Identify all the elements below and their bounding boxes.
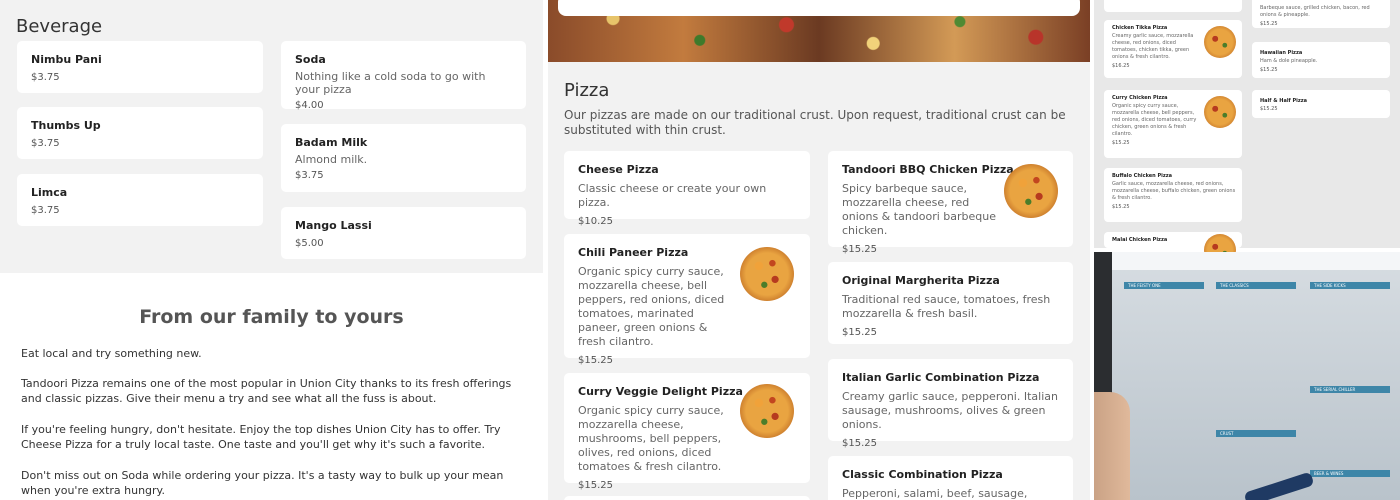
- pizza-section-description: Our pizzas are made on our traditional c…: [564, 108, 1066, 137]
- mini-menu-card[interactable]: Hawaiian Pizza Ham & dole pineapple. $15…: [1252, 42, 1390, 78]
- mini-item-name: Half & Half Pizza: [1260, 98, 1308, 104]
- item-name: Original Margherita Pizza: [842, 274, 1000, 287]
- menu-item-card[interactable]: Limca $3.75: [17, 174, 263, 226]
- mini-item-description: Barbeque sauce, grilled chicken, bacon, …: [1260, 5, 1370, 18]
- mini-item-price: $15.25: [1112, 140, 1130, 146]
- item-name: Mango Lassi: [295, 219, 372, 232]
- item-description: Nothing like a cold soda to go with your…: [295, 70, 486, 96]
- menu-item-card[interactable]: Italian Garlic Combination Pizza Creamy …: [828, 359, 1073, 449]
- pizza-section-title: Pizza: [564, 80, 610, 101]
- item-price: $3.75: [31, 72, 60, 83]
- mini-item-description: Organic spicy curry sauce, mozzarella ch…: [1112, 103, 1197, 137]
- beverage-title: Beverage: [16, 16, 103, 37]
- printed-menu-section: THE SIDE KICKS: [1310, 282, 1390, 289]
- item-price: $5.00: [295, 238, 324, 249]
- item-price: $15.25: [842, 327, 877, 338]
- mini-item-description: Ham & dole pineapple.: [1260, 58, 1318, 64]
- item-price: $3.75: [31, 205, 60, 216]
- mini-menu-preview: Barbeque sauce, grilled chicken, bacon, …: [1094, 0, 1400, 266]
- pizza-thumbnail: [1204, 26, 1236, 58]
- menu-item-card[interactable]: Cheese Pizza Classic cheese or create yo…: [564, 151, 810, 227]
- banner-overlay-box: [558, 0, 1080, 16]
- menu-item-card[interactable]: Mango Lassi $5.00: [281, 207, 526, 259]
- mini-item-name: Hawaiian Pizza: [1260, 50, 1303, 56]
- mini-item-price: $15.25: [1112, 204, 1130, 210]
- mini-menu-card[interactable]: Chicken Tikka Pizza Creamy garlic sauce,…: [1104, 20, 1242, 78]
- left-column: Beverage Nimbu Pani $3.75 Soda Nothing l…: [0, 0, 543, 500]
- menu-item-card[interactable]: Original Margherita Pizza Traditional re…: [828, 262, 1073, 344]
- menu-item-card[interactable]: Curry Veggie Delight Pizza Organic spicy…: [564, 373, 810, 491]
- mini-item-description: Creamy garlic sauce, mozzarella cheese, …: [1112, 33, 1194, 60]
- item-name: Thumbs Up: [31, 119, 101, 132]
- menu-item-card[interactable]: [564, 496, 810, 500]
- item-price: $15.25: [578, 480, 613, 491]
- mini-item-price: $16.25: [1112, 63, 1130, 69]
- menu-item-card[interactable]: Thumbs Up $3.75: [17, 107, 263, 159]
- pizza-thumbnail: [740, 247, 794, 301]
- printed-menu-section: THE CLASSICS: [1216, 282, 1296, 289]
- item-price: $4.00: [295, 100, 324, 111]
- item-description: Organic spicy curry sauce, mozzarella ch…: [578, 404, 724, 473]
- mini-menu-card[interactable]: Buffalo Chicken Pizza Garlic sauce, mozz…: [1104, 168, 1242, 222]
- mini-menu-card[interactable]: Barbeque sauce, grilled chicken, bacon, …: [1252, 0, 1390, 28]
- item-name: Badam Milk: [295, 136, 368, 149]
- menu-photo: THE FEISTY ONE THE CLASSICS THE SIDE KIC…: [1094, 252, 1400, 500]
- menu-item-card[interactable]: Badam Milk Almond milk. $3.75: [281, 124, 526, 192]
- menu-item-card[interactable]: Chili Paneer Pizza Organic spicy curry s…: [564, 234, 810, 366]
- menu-item-card[interactable]: Nimbu Pani $3.75: [17, 41, 263, 93]
- about-paragraph: If you're feeling hungry, don't hesitate…: [21, 423, 501, 451]
- printed-menu-section: BEER & WINES: [1310, 470, 1390, 477]
- item-description: Creamy garlic sauce, pepperoni. Italian …: [842, 390, 1058, 431]
- mini-item-name: Buffalo Chicken Pizza: [1112, 173, 1173, 179]
- pizza-thumbnail: [1204, 96, 1236, 128]
- item-description: Classic cheese or create your own pizza.: [578, 182, 767, 209]
- item-description: Organic spicy curry sauce, mozzarella ch…: [578, 265, 725, 348]
- pizza-thumbnail: [1004, 164, 1058, 218]
- item-description: Pepperoni, salami, beef, sausage, mushro…: [842, 487, 1028, 500]
- mini-item-price: $15.25: [1260, 21, 1278, 27]
- item-price: $3.75: [31, 138, 60, 149]
- item-name: Soda: [295, 53, 326, 66]
- mini-menu-card[interactable]: Malai Chicken Pizza: [1104, 232, 1242, 266]
- item-name: Classic Combination Pizza: [842, 468, 1003, 481]
- printed-menu: THE FEISTY ONE THE CLASSICS THE SIDE KIC…: [1112, 252, 1400, 500]
- beverage-section: Beverage Nimbu Pani $3.75 Soda Nothing l…: [0, 0, 543, 273]
- item-description: Almond milk.: [295, 153, 368, 166]
- item-price: $15.25: [842, 438, 877, 449]
- item-name: Limca: [31, 186, 68, 199]
- menu-item-card[interactable]: Classic Combination Pizza Pepperoni, sal…: [828, 456, 1073, 500]
- item-name: Nimbu Pani: [31, 53, 102, 66]
- printed-menu-section: THE SERIAL CHILLER: [1310, 386, 1390, 393]
- item-description: Spicy barbeque sauce, mozzarella cheese,…: [842, 182, 997, 237]
- item-name: Cheese Pizza: [578, 163, 659, 176]
- printed-menu-section: CRUST: [1216, 430, 1296, 437]
- item-description: Traditional red sauce, tomatoes, fresh m…: [842, 293, 1051, 320]
- about-title: From our family to yours: [139, 306, 404, 328]
- item-name: Italian Garlic Combination Pizza: [842, 371, 1040, 384]
- item-price: $15.25: [842, 244, 877, 255]
- hand: [1094, 392, 1130, 500]
- right-column: Barbeque sauce, grilled chicken, bacon, …: [1094, 0, 1400, 500]
- about-paragraph: Tandoori Pizza remains one of the most p…: [21, 377, 512, 405]
- mini-menu-card[interactable]: Half & Half Pizza $15.25: [1252, 90, 1390, 118]
- pizza-banner-image: [548, 0, 1090, 62]
- mini-item-description: Garlic sauce, mozzarella cheese, red oni…: [1112, 181, 1236, 201]
- menu-item-card[interactable]: Tandoori BBQ Chicken Pizza Spicy barbequ…: [828, 151, 1073, 255]
- item-price: $15.25: [578, 355, 613, 366]
- pizza-column: Pizza Our pizzas are made on our traditi…: [548, 0, 1090, 500]
- about-paragraph: Eat local and try something new.: [21, 347, 202, 360]
- about-paragraph: Don't miss out on Soda while ordering yo…: [21, 469, 504, 497]
- mini-menu-card[interactable]: Curry Chicken Pizza Organic spicy curry …: [1104, 90, 1242, 158]
- mini-item-price: $15.25: [1260, 67, 1278, 73]
- item-price: $10.25: [578, 216, 613, 227]
- pizza-thumbnail: [740, 384, 794, 438]
- menu-item-card[interactable]: Soda Nothing like a cold soda to go with…: [281, 41, 526, 111]
- mini-menu-card[interactable]: [1104, 0, 1242, 12]
- printed-menu-section: THE FEISTY ONE: [1124, 282, 1204, 289]
- item-price: $3.75: [295, 170, 324, 181]
- mini-item-price: $15.25: [1260, 106, 1278, 112]
- printed-menu-header: [1112, 252, 1400, 270]
